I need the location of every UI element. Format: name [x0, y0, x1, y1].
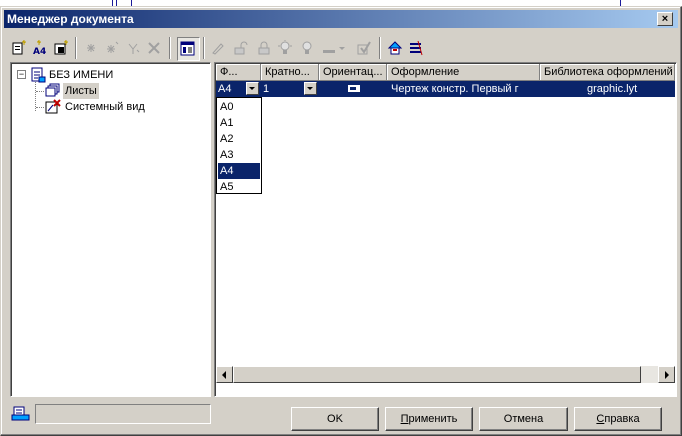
export-button[interactable] — [385, 37, 406, 59]
close-icon: × — [661, 13, 669, 25]
lock-button[interactable] — [254, 37, 275, 59]
insert-view-icon — [87, 44, 95, 52]
format-option-a2[interactable]: A2 — [218, 131, 260, 147]
svg-text:A4: A4 — [33, 47, 46, 56]
unlock-icon — [234, 41, 248, 55]
column-header-orientation[interactable]: Ориентац... — [319, 64, 387, 81]
bulb-off-icon — [302, 41, 312, 54]
design-value: Чертеж констр. Первый г — [391, 83, 519, 95]
help-button[interactable]: Справка — [574, 407, 662, 431]
column-header-format[interactable]: Ф... — [216, 64, 261, 81]
cancel-button-label: Отмена — [503, 413, 544, 425]
design-cell[interactable]: Чертеж констр. Первый г — [387, 81, 540, 97]
format-dropdown-button[interactable] — [246, 82, 259, 95]
format-option-a3[interactable]: A3 — [218, 147, 260, 163]
apply-button-label: рименить — [408, 413, 458, 425]
move-view-button[interactable] — [123, 37, 144, 59]
format-option-a0[interactable]: A0 — [218, 99, 260, 115]
sheets-icon — [45, 83, 60, 97]
column-header-library[interactable]: Библиотека оформлений — [540, 64, 675, 81]
format-option-a4[interactable]: A4 — [218, 163, 260, 179]
landscape-icon — [348, 85, 360, 92]
document-icon — [31, 67, 46, 83]
scroll-thumb[interactable] — [233, 366, 641, 383]
library-cell[interactable]: graphic.lyt — [540, 81, 675, 97]
status-field — [35, 404, 211, 424]
document-manager-dialog: Менеджер документа × A4 − БЕЗ ИМЕНИ Лист… — [0, 6, 682, 436]
document-status-icon — [11, 406, 30, 421]
library-value: graphic.lyt — [587, 83, 638, 95]
unlock-button[interactable] — [231, 37, 252, 59]
lock-icon — [258, 41, 270, 55]
move-view-icon — [128, 43, 140, 54]
toolbar-separator — [75, 37, 77, 59]
delete-icon — [148, 42, 160, 54]
delete-button[interactable] — [144, 37, 165, 59]
orientation-cell[interactable] — [319, 81, 387, 97]
toolbar-separator — [169, 37, 171, 59]
close-button[interactable]: × — [657, 12, 673, 26]
tree-root-label: БЕЗ ИМЕНИ — [49, 69, 114, 81]
new-layer-icon — [54, 40, 68, 55]
export-icon — [387, 41, 403, 55]
new-sheet-a4-icon: A4 — [33, 40, 46, 56]
new-sheet-icon — [12, 40, 26, 55]
ok-button-label: OK — [327, 413, 343, 425]
edit-button[interactable] — [208, 37, 229, 59]
line-color-icon — [323, 47, 345, 53]
format-value: A4 — [218, 83, 232, 95]
document-tree[interactable]: − БЕЗ ИМЕНИ Листы Системный вид — [10, 62, 211, 397]
scale-cell[interactable]: 1 — [261, 81, 319, 97]
scale-value: 1 — [263, 83, 270, 95]
details-view-toggle[interactable] — [177, 37, 200, 61]
properties-icon — [410, 40, 423, 56]
toolbar-separator — [203, 37, 205, 59]
scroll-right-button[interactable] — [658, 366, 675, 383]
window-title: Менеджер документа — [7, 12, 134, 26]
tree-connector — [36, 91, 44, 92]
new-sheet-a4-button[interactable]: A4 — [30, 37, 51, 59]
horizontal-scrollbar[interactable] — [216, 366, 675, 383]
title-bar[interactable]: Менеджер документа — [4, 10, 678, 28]
bulb-off-button[interactable] — [297, 37, 318, 59]
format-option-a5[interactable]: A5 — [218, 179, 260, 195]
new-layer-button[interactable] — [51, 37, 72, 59]
sheets-grid[interactable]: Ф... Кратно... Ориентац... Оформление Би… — [214, 62, 677, 397]
copy-view-icon — [107, 41, 119, 53]
check-icon — [357, 41, 371, 55]
line-color-button[interactable] — [319, 37, 345, 59]
ok-button[interactable]: OK — [291, 407, 379, 431]
toolbar-separator — [379, 37, 381, 59]
tree-item-system-view-label: Системный вид — [65, 101, 145, 113]
bulb-on-icon — [278, 40, 292, 54]
format-option-a1[interactable]: A1 — [218, 115, 260, 131]
insert-view-button[interactable] — [81, 37, 102, 59]
column-header-design[interactable]: Оформление — [387, 64, 540, 81]
new-sheet-button[interactable] — [9, 37, 30, 59]
copy-view-button[interactable] — [102, 37, 123, 59]
system-view-icon — [45, 99, 61, 114]
apply-button[interactable]: Применить — [385, 407, 473, 431]
bulb-on-button[interactable] — [275, 37, 296, 59]
scale-dropdown-button[interactable] — [304, 82, 317, 95]
collapse-toggle[interactable]: − — [17, 70, 26, 79]
tree-item-sheets-label: Листы — [63, 83, 99, 99]
scroll-left-button[interactable] — [216, 366, 233, 383]
cancel-button[interactable]: Отмена — [479, 407, 568, 431]
properties-button[interactable] — [406, 37, 427, 59]
details-view-toggle-icon — [180, 41, 195, 56]
table-row[interactable]: A4 1 Чертеж констр. Первый г graphic.lyt — [216, 81, 675, 97]
format-dropdown-list[interactable]: A0 A1 A2 A3 A4 A5 — [216, 97, 262, 194]
format-cell[interactable]: A4 — [216, 81, 261, 97]
edit-icon — [212, 43, 224, 55]
help-button-label: правка — [604, 413, 640, 425]
column-header-scale[interactable]: Кратно... — [261, 64, 319, 81]
tree-connector — [36, 107, 44, 108]
check-button[interactable] — [354, 37, 375, 59]
